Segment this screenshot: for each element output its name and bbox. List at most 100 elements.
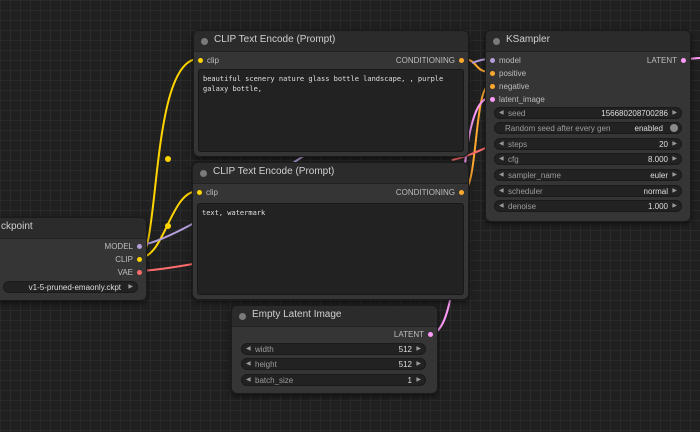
input-dot[interactable] [490, 58, 495, 63]
widget-value: normal [643, 187, 668, 196]
prompt-textarea[interactable]: text, watermark [197, 203, 464, 295]
output-dot[interactable] [681, 58, 686, 63]
slot-label: MODEL [104, 242, 133, 251]
prompt-textarea[interactable]: beautiful scenery nature glass bottle la… [198, 69, 464, 152]
chevron-right-icon[interactable]: ▶ [672, 170, 677, 181]
sampler-name-combo[interactable]: ◀ sampler_name euler ▶ [494, 169, 682, 181]
collapse-dot-icon[interactable] [493, 38, 500, 45]
slot-label: model [499, 56, 521, 65]
chevron-right-icon[interactable]: ▶ [416, 359, 421, 370]
scheduler-combo[interactable]: ◀ scheduler normal ▶ [494, 185, 682, 197]
chevron-right-icon[interactable]: ▶ [672, 154, 677, 165]
output-model-slot[interactable]: MODEL [104, 242, 142, 251]
input-clip-slot[interactable]: clip [197, 188, 218, 197]
node-title-bar[interactable]: CLIP Text Encode (Prompt) [193, 163, 468, 184]
chevron-left-icon[interactable]: ◀ [246, 344, 251, 355]
chevron-left-icon[interactable]: ◀ [246, 359, 251, 370]
batch-size-widget[interactable]: ◀ batch_size 1 ▶ [241, 374, 426, 386]
output-dot[interactable] [137, 257, 142, 262]
chevron-right-icon[interactable]: ▶ [672, 186, 677, 197]
chevron-left-icon[interactable]: ◀ [499, 201, 504, 212]
input-latent-slot[interactable]: latent_image [490, 95, 545, 104]
chevron-left-icon[interactable]: ◀ [499, 108, 504, 119]
output-dot[interactable] [137, 270, 142, 275]
output-conditioning-slot[interactable]: CONDITIONING [396, 56, 464, 65]
input-dot[interactable] [198, 58, 203, 63]
seed-widget[interactable]: ◀ seed 156680208700286 ▶ [494, 107, 682, 119]
denoise-widget[interactable]: ◀ denoise 1.000 ▶ [494, 200, 682, 212]
input-clip-slot[interactable]: clip [198, 56, 219, 65]
node-title-bar[interactable]: ckpoint [0, 218, 146, 239]
widget-value: 20 [659, 140, 668, 149]
empty-latent-image-node[interactable]: Empty Latent Image LATENT ◀ width 512 ▶ … [231, 305, 438, 394]
input-model-slot[interactable]: model [490, 56, 521, 65]
widget-label: batch_size [255, 376, 294, 385]
chevron-left-icon[interactable]: ◀ [499, 170, 504, 181]
ckpt-name-combo[interactable]: v1-5-pruned-emaonly.ckpt ▶ [3, 281, 138, 293]
node-title-bar[interactable]: Empty Latent Image [232, 306, 437, 327]
input-dot[interactable] [490, 97, 495, 102]
output-clip-slot[interactable]: CLIP [115, 255, 142, 264]
widget-label: sampler_name [508, 171, 561, 180]
clip-text-encode-negative-node[interactable]: CLIP Text Encode (Prompt) clip CONDITION… [192, 162, 469, 300]
height-widget[interactable]: ◀ height 512 ▶ [241, 358, 426, 370]
cfg-widget[interactable]: ◀ cfg 8.000 ▶ [494, 153, 682, 165]
input-negative-slot[interactable]: negative [490, 82, 529, 91]
collapse-dot-icon[interactable] [201, 38, 208, 45]
input-dot[interactable] [197, 190, 202, 195]
collapse-dot-icon[interactable] [200, 170, 207, 177]
output-latent-slot[interactable]: LATENT [393, 330, 433, 339]
seed-control-toggle[interactable]: Random seed after every gen enabled [494, 122, 682, 134]
slot-label: CONDITIONING [395, 188, 455, 197]
widget-value: 512 [398, 345, 412, 354]
chevron-left-icon[interactable]: ◀ [499, 139, 504, 150]
checkpoint-loader-node[interactable]: ckpoint MODEL CLIP VAE v1-5-pruned-emaon… [0, 217, 147, 301]
wire-vae-out [138, 263, 194, 272]
clip-text-encode-positive-node[interactable]: CLIP Text Encode (Prompt) clip CONDITION… [193, 30, 469, 157]
output-dot[interactable] [459, 58, 464, 63]
output-conditioning-slot[interactable]: CONDITIONING [395, 188, 464, 197]
ksampler-node[interactable]: KSampler model positive negative latent_… [485, 30, 691, 222]
output-vae-slot[interactable]: VAE [118, 268, 142, 277]
widget-value: euler [650, 171, 668, 180]
chevron-left-icon[interactable]: ◀ [499, 154, 504, 165]
widget-label: denoise [508, 202, 537, 211]
output-latent-slot[interactable]: LATENT [646, 56, 686, 65]
node-title: CLIP Text Encode (Prompt) [214, 34, 336, 45]
chevron-left-icon[interactable]: ◀ [246, 375, 251, 386]
node-title-bar[interactable]: CLIP Text Encode (Prompt) [194, 31, 468, 52]
slot-label: LATENT [393, 330, 424, 339]
wire-reroute-dot [165, 156, 171, 162]
width-widget[interactable]: ◀ width 512 ▶ [241, 343, 426, 355]
chevron-left-icon[interactable]: ◀ [499, 186, 504, 197]
toggle-knob-icon[interactable] [670, 124, 678, 132]
collapse-dot-icon[interactable] [239, 313, 246, 320]
node-title: Empty Latent Image [252, 309, 342, 320]
chevron-right-icon[interactable]: ▶ [672, 108, 677, 119]
chevron-right-icon[interactable]: ▶ [416, 344, 421, 355]
widget-label: width [255, 345, 274, 354]
chevron-right-icon[interactable]: ▶ [672, 201, 677, 212]
wire-clip-to-negative [138, 190, 199, 259]
chevron-right-icon[interactable]: ▶ [416, 375, 421, 386]
widget-value: 8.000 [647, 155, 668, 164]
chevron-right-icon[interactable]: ▶ [672, 139, 677, 150]
input-dot[interactable] [490, 84, 495, 89]
widget-label: cfg [508, 155, 519, 164]
input-dot[interactable] [490, 71, 495, 76]
node-title: CLIP Text Encode (Prompt) [213, 166, 335, 177]
input-positive-slot[interactable]: positive [490, 69, 527, 78]
output-dot[interactable] [459, 190, 464, 195]
chevron-right-icon[interactable]: ▶ [128, 282, 133, 293]
output-dot[interactable] [428, 332, 433, 337]
slot-label: latent_image [499, 95, 545, 104]
widget-value: 156680208700286 [601, 109, 668, 118]
wire-reroute-dot [165, 223, 171, 229]
steps-widget[interactable]: ◀ steps 20 ▶ [494, 138, 682, 150]
slot-label: positive [499, 69, 527, 78]
widget-label: scheduler [508, 187, 543, 196]
widget-value: enabled [634, 124, 663, 133]
output-dot[interactable] [137, 244, 142, 249]
node-title-bar[interactable]: KSampler [486, 31, 690, 52]
slot-label: LATENT [646, 56, 677, 65]
